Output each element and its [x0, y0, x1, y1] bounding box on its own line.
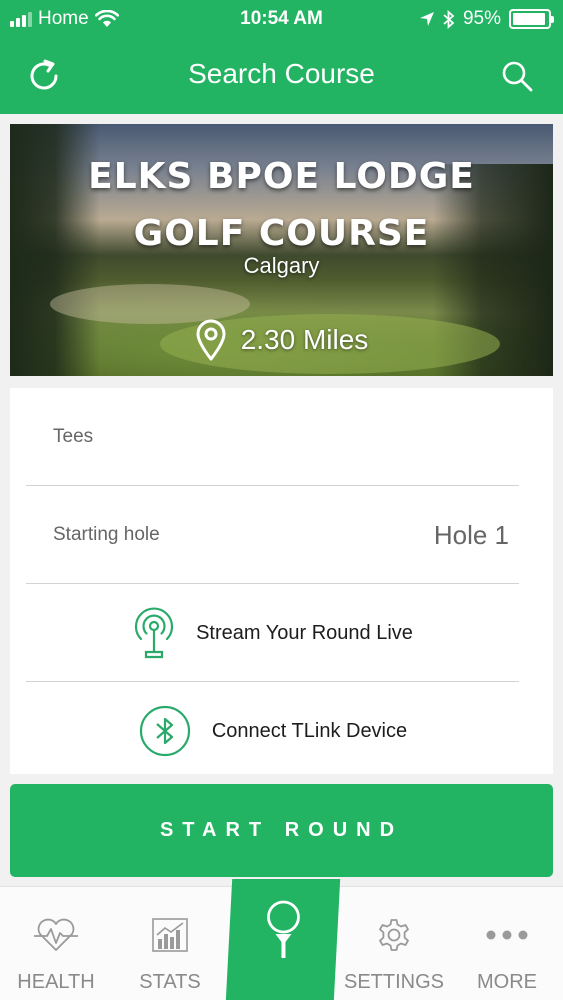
search-icon: [502, 61, 533, 92]
search-button[interactable]: [495, 54, 539, 98]
stream-round-row[interactable]: Stream Your Round Live: [26, 584, 519, 682]
heart-pulse-icon: [34, 918, 78, 951]
tab-settings-label: SETTINGS: [343, 971, 444, 993]
battery-fill: [513, 13, 546, 25]
starting-hole-row[interactable]: Starting hole Hole 1: [26, 486, 519, 584]
broadcast-antenna-icon: [134, 607, 174, 659]
tab-bar: HEALTH STATS SETTINGS MORE: [0, 879, 563, 1000]
golf-ball-tee-icon: [267, 900, 300, 958]
starting-hole-label: Starting hole: [53, 524, 160, 545]
tees-row[interactable]: Tees: [26, 388, 519, 486]
starting-hole-value: Hole 1: [433, 520, 509, 550]
gear-icon: [379, 919, 409, 951]
connect-device-label: Connect TLink Device: [211, 719, 408, 742]
tab-health-label: HEALTH: [17, 971, 95, 993]
course-name: ELKS BPOE LODGE GOLF COURSE: [10, 148, 553, 262]
tab-more[interactable]: MORE: [462, 887, 552, 1000]
tab-health[interactable]: HEALTH: [8, 887, 104, 1000]
status-bar: Home 10:54 AM 95%: [0, 0, 563, 38]
map-pin-icon: [196, 319, 226, 361]
course-hero-image: ELKS BPOE LODGE GOLF COURSE Calgary 2.30…: [10, 124, 553, 376]
stream-round-button[interactable]: Stream Your Round Live: [26, 584, 519, 682]
tab-stats-label: STATS: [139, 971, 201, 993]
more-dots-icon: [486, 930, 528, 940]
bar-chart-icon: [152, 918, 188, 952]
nav-bar: Search Course: [0, 38, 563, 114]
tab-play-round[interactable]: [225, 879, 341, 1000]
bluetooth-icon: [139, 705, 190, 757]
start-round-button[interactable]: START ROUND: [10, 784, 553, 877]
status-right: 95%: [419, 8, 554, 30]
battery-icon: [509, 9, 554, 29]
page-title: Search Course: [188, 58, 375, 89]
tab-settings[interactable]: SETTINGS: [340, 887, 448, 1000]
connect-device-row[interactable]: Connect TLink Device: [26, 682, 519, 780]
bluetooth-status-icon: [443, 9, 455, 29]
battery-percent: 95%: [462, 8, 501, 29]
connect-device-button[interactable]: Connect TLink Device: [26, 682, 519, 780]
location-arrow-icon: [419, 12, 434, 26]
tab-more-label: MORE: [477, 971, 537, 993]
course-name-line1: ELKS BPOE LODGE: [88, 156, 475, 197]
course-distance: 2.30 Miles: [10, 318, 553, 362]
distance-value: 2.30 Miles: [240, 324, 369, 355]
tees-label: Tees: [53, 426, 94, 447]
round-options-card: Tees Starting hole Hole 1 Stream Your Ro…: [10, 388, 553, 774]
tab-stats[interactable]: STATS: [122, 887, 218, 1000]
stream-round-label: Stream Your Round Live: [196, 621, 413, 644]
course-city: Calgary: [243, 253, 320, 278]
